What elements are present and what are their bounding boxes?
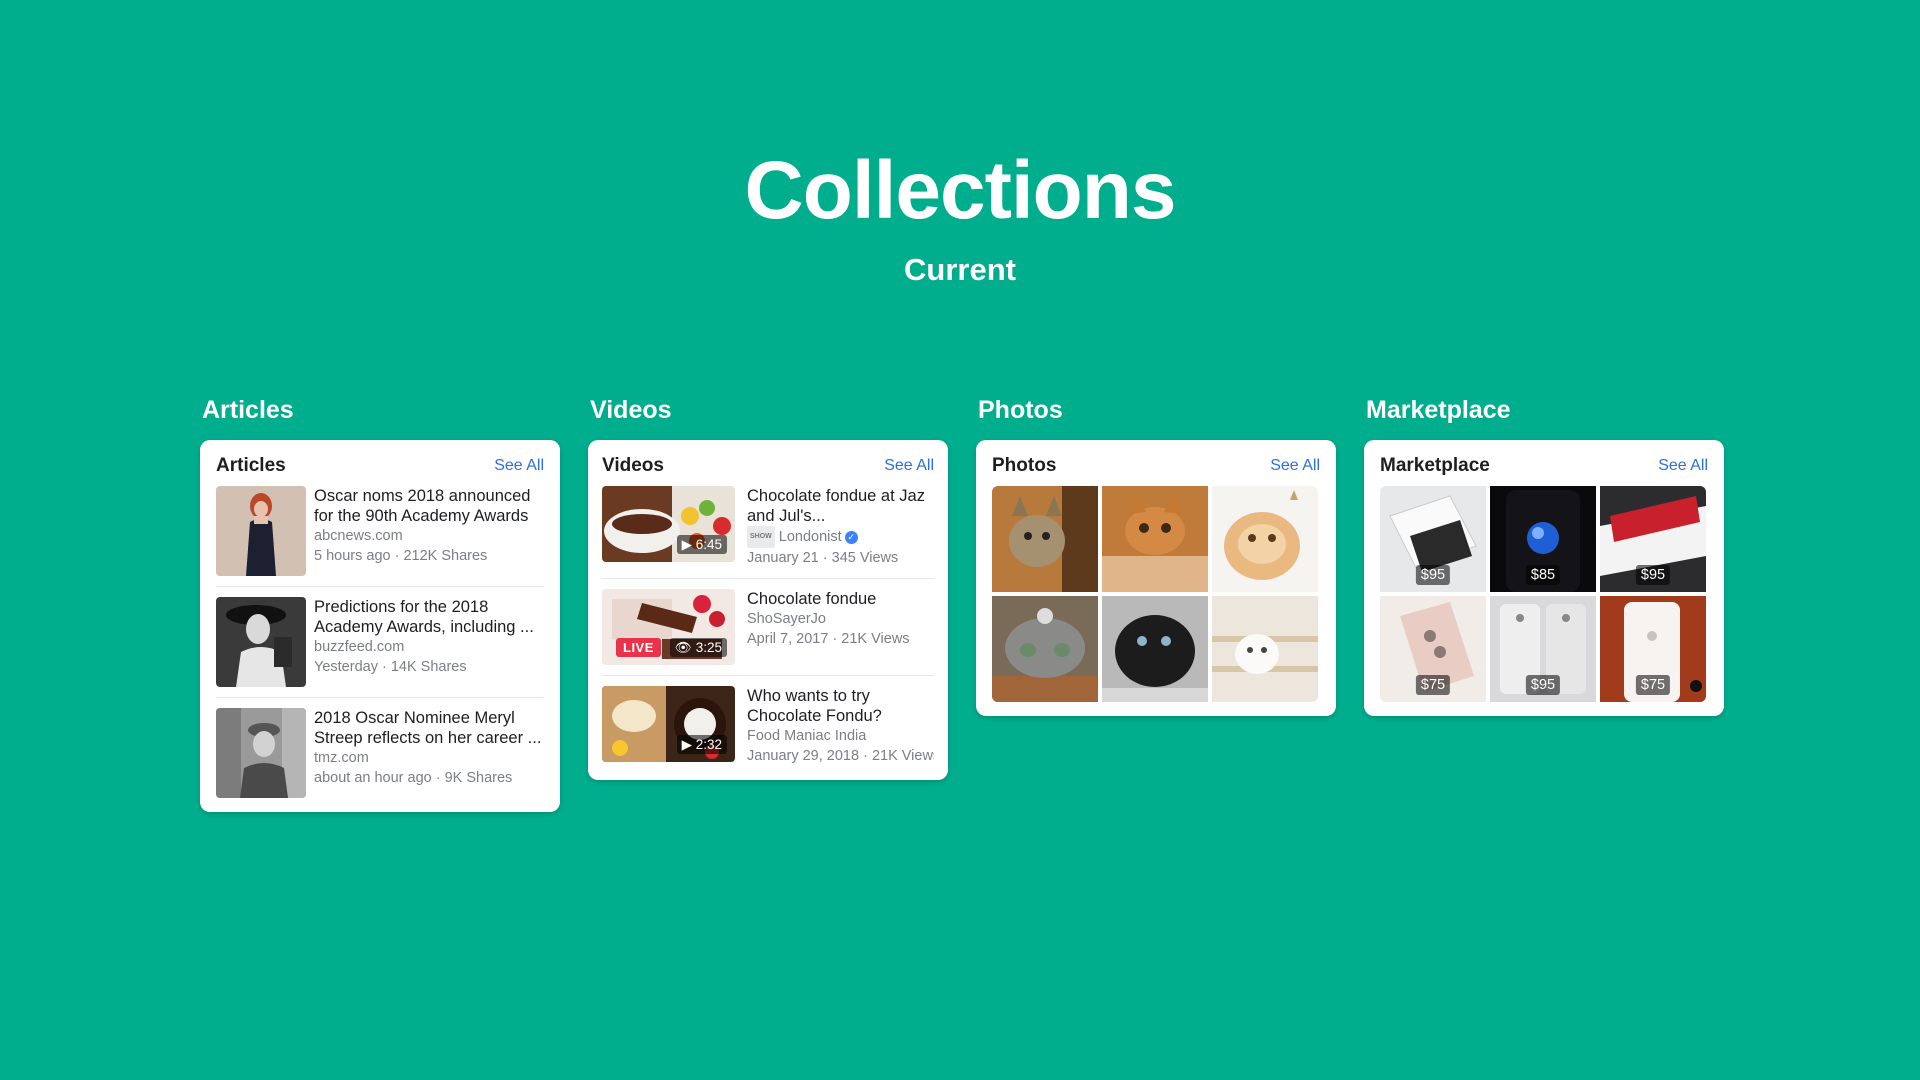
article-source: abcnews.com <box>314 528 403 544</box>
verified-icon: ✓ <box>844 530 858 544</box>
listing-price: $75 <box>1635 675 1671 695</box>
listing-price: $95 <box>1415 565 1451 585</box>
photos-section-label: Photos <box>978 396 1063 424</box>
articles-see-all-link[interactable]: See All <box>494 457 544 475</box>
listing-price: $85 <box>1525 565 1561 585</box>
video-duration: 👁 3:25 <box>669 638 727 657</box>
article-meta: Yesterday · 14K Shares <box>314 659 467 675</box>
articles-card-title: Articles <box>216 455 286 476</box>
video-channel-name[interactable]: Londonist <box>779 529 842 545</box>
listing-price: $95 <box>1635 565 1671 585</box>
photos-card: Photos See All <box>976 440 1336 716</box>
videos-card-title: Videos <box>602 455 664 476</box>
video-meta: January 21 · 345 Views <box>747 550 899 566</box>
videos-card: Videos See All ▶ 6:45 Chocolate fondue a <box>588 440 948 780</box>
video-channel-name[interactable]: ShoSayerJo <box>747 609 934 629</box>
article-meta: 5 hours ago · 212K Shares <box>314 548 488 564</box>
article-source: buzzfeed.com <box>314 639 405 655</box>
videos-column: Videos Videos See All ▶ 6:45 Chocolate f… <box>588 392 948 780</box>
video-channel-name[interactable]: Food Maniac India <box>747 726 934 746</box>
photos-column: Photos Photos See All <box>976 392 1336 716</box>
marketplace-see-all-link[interactable]: See All <box>1658 457 1708 475</box>
articles-column: Articles Articles See All Oscar noms 201… <box>200 392 560 812</box>
articles-card: Articles See All Oscar noms 2018 announc… <box>200 440 560 812</box>
marketplace-listing[interactable]: $85 <box>1490 486 1596 592</box>
video-thumbnail[interactable]: LIVE 👁 3:25 <box>602 589 735 665</box>
video-duration: ▶ 6:45 <box>676 535 727 554</box>
marketplace-listing[interactable]: $95 <box>1380 486 1486 592</box>
article-title[interactable]: Predictions for the 2018 Academy Awards,… <box>314 597 544 637</box>
listing-price: $95 <box>1525 675 1561 695</box>
article-item[interactable]: 2018 Oscar Nominee Meryl Streep reflects… <box>216 708 544 798</box>
video-title[interactable]: Chocolate fondue at Jaz and Jul's... <box>747 486 934 526</box>
video-thumbnail[interactable]: ▶ 6:45 <box>602 486 735 562</box>
marketplace-card: Marketplace See All $95 $85 $95 $75 $95 … <box>1364 440 1724 716</box>
photos-see-all-link[interactable]: See All <box>1270 457 1320 475</box>
video-thumbnail[interactable]: ▶ 2:32 <box>602 686 735 762</box>
video-item[interactable]: ▶ 2:32 Who wants to try Chocolate Fondu?… <box>602 686 934 766</box>
article-thumbnail[interactable] <box>216 597 306 687</box>
article-thumbnail[interactable] <box>216 486 306 576</box>
article-meta: about an hour ago · 9K Shares <box>314 770 513 786</box>
video-meta: April 7, 2017 · 21K Views <box>747 631 910 647</box>
photo-tile[interactable] <box>1102 596 1208 702</box>
photos-card-title: Photos <box>992 455 1057 476</box>
marketplace-listing[interactable]: $75 <box>1600 596 1706 702</box>
photo-grid <box>992 486 1320 702</box>
marketplace-column: Marketplace Marketplace See All $95 $85 … <box>1364 392 1724 716</box>
page-title: Collections <box>744 145 1177 236</box>
video-title[interactable]: Who wants to try Chocolate Fondu? <box>747 686 934 726</box>
articles-section-label: Articles <box>202 396 294 424</box>
photo-tile[interactable] <box>1102 486 1208 592</box>
marketplace-listing[interactable]: $95 <box>1600 486 1706 592</box>
listing-price: $75 <box>1415 675 1451 695</box>
marketplace-listing[interactable]: $75 <box>1380 596 1486 702</box>
hero: Collections Current <box>0 145 1920 287</box>
article-title[interactable]: 2018 Oscar Nominee Meryl Streep reflects… <box>314 708 544 748</box>
marketplace-grid: $95 $85 $95 $75 $95 $75 <box>1380 486 1708 702</box>
videos-see-all-link[interactable]: See All <box>884 457 934 475</box>
article-source: tmz.com <box>314 750 369 766</box>
photo-tile[interactable] <box>1212 596 1318 702</box>
photo-tile[interactable] <box>992 596 1098 702</box>
article-thumbnail[interactable] <box>216 708 306 798</box>
video-meta: January 29, 2018 · 21K Views <box>747 748 934 764</box>
video-item[interactable]: ▶ 6:45 Chocolate fondue at Jaz and Jul's… <box>602 486 934 579</box>
article-title[interactable]: Oscar noms 2018 announced for the 90th A… <box>314 486 544 526</box>
video-title[interactable]: Chocolate fondue <box>747 589 934 609</box>
video-duration: ▶ 2:32 <box>676 735 727 754</box>
video-channel: SHOW Londonist ✓ <box>747 526 934 548</box>
article-item[interactable]: Predictions for the 2018 Academy Awards,… <box>216 597 544 698</box>
marketplace-listing[interactable]: $95 <box>1490 596 1596 702</box>
photo-tile[interactable] <box>1212 486 1318 592</box>
marketplace-card-title: Marketplace <box>1380 455 1490 476</box>
article-item[interactable]: Oscar noms 2018 announced for the 90th A… <box>216 486 544 587</box>
live-badge: LIVE <box>616 638 661 657</box>
page-subtitle: Current <box>904 252 1016 287</box>
video-item[interactable]: LIVE 👁 3:25 Chocolate fondue ShoSayerJo … <box>602 589 934 676</box>
photo-tile[interactable] <box>992 486 1098 592</box>
show-badge: SHOW <box>747 526 775 548</box>
marketplace-section-label: Marketplace <box>1366 396 1511 424</box>
videos-section-label: Videos <box>590 396 672 424</box>
